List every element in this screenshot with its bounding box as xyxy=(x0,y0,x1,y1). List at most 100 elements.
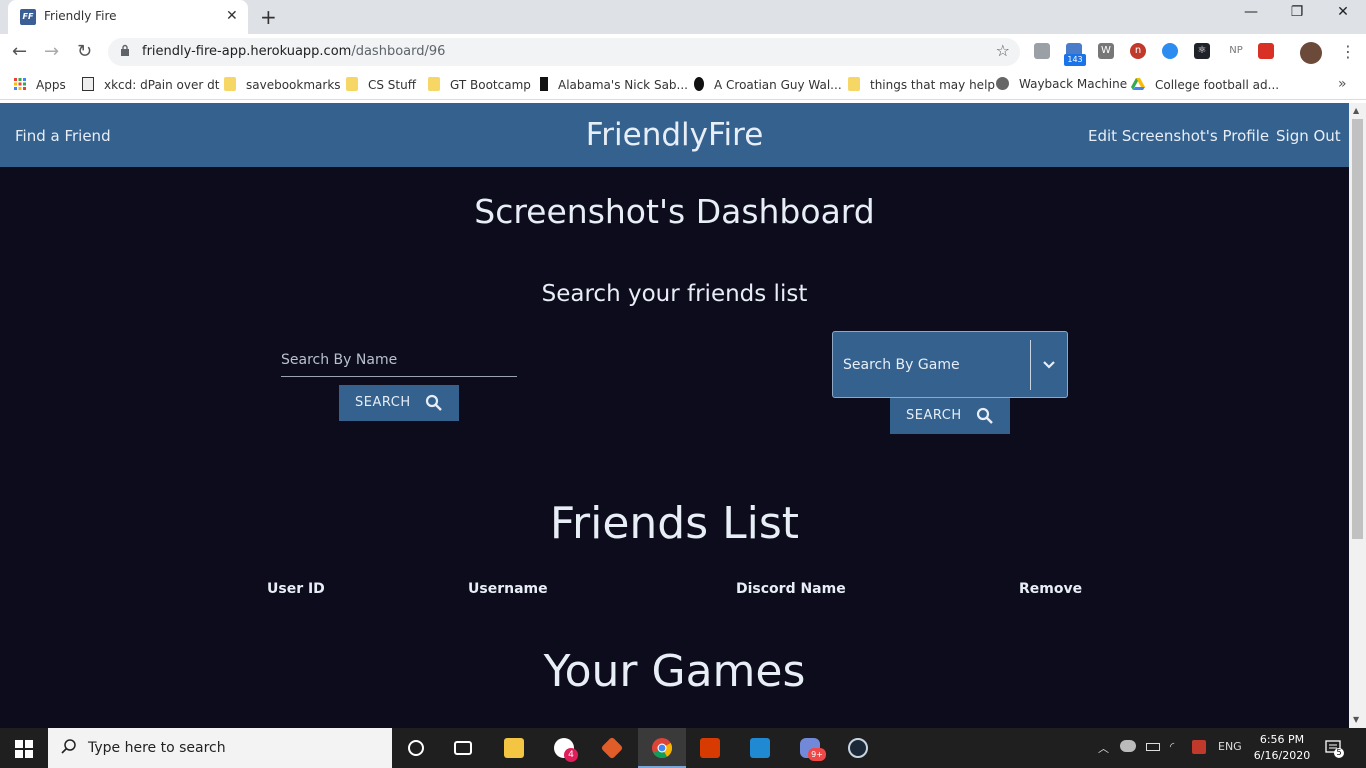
column-header-user-id: User ID xyxy=(267,581,325,597)
cortana-icon xyxy=(408,740,424,756)
extension-w-icon[interactable]: W xyxy=(1098,43,1114,59)
edit-profile-link[interactable]: Edit Screenshot's Profile xyxy=(1088,127,1269,145)
croatian-favicon-icon xyxy=(694,77,704,91)
bookmark-label: savebookmarks xyxy=(246,78,341,92)
select-placeholder: Search By Game xyxy=(843,357,960,373)
slack-badge: 4 xyxy=(564,748,578,762)
search-by-name-input[interactable] xyxy=(281,343,517,377)
extension-np-icon[interactable]: NP xyxy=(1226,43,1246,59)
cortana-button[interactable] xyxy=(392,728,440,768)
bookmark-gt-bootcamp[interactable]: GT Bootcamp xyxy=(428,77,531,92)
folder-icon xyxy=(428,77,440,91)
extension-react-icon[interactable]: ⚛ xyxy=(1194,43,1210,59)
bookmark-croatian-guy[interactable]: A Croatian Guy Wal... xyxy=(694,77,842,92)
scroll-up-icon[interactable]: ▲ xyxy=(1353,106,1359,115)
extension-cloud-icon[interactable] xyxy=(1162,43,1178,59)
search-by-game-button[interactable]: SEARCH xyxy=(890,398,1010,434)
notification-count: 5 xyxy=(1336,748,1342,757)
xkcd-favicon-icon xyxy=(82,77,94,91)
bookmark-label: GT Bootcamp xyxy=(450,78,531,92)
taskbar-discord[interactable]: 9+ xyxy=(786,728,834,768)
taskbar-search-icon xyxy=(61,739,76,754)
battery-icon[interactable] xyxy=(1146,743,1160,751)
bookmark-label: Apps xyxy=(36,78,66,92)
chevron-down-icon[interactable] xyxy=(1042,358,1056,372)
task-view-button[interactable] xyxy=(440,728,488,768)
forward-icon[interactable]: → xyxy=(44,41,59,62)
taskbar-chrome[interactable] xyxy=(638,728,686,768)
extension-book-icon[interactable] xyxy=(1258,43,1274,59)
scroll-thumb[interactable] xyxy=(1352,119,1363,539)
reload-icon[interactable]: ↻ xyxy=(77,41,92,62)
new-tab-icon[interactable]: + xyxy=(260,5,277,29)
language-indicator[interactable]: ENG xyxy=(1218,740,1242,753)
taskbar-search-placeholder: Type here to search xyxy=(88,740,226,756)
bookmark-star-icon[interactable]: ☆ xyxy=(996,41,1010,60)
bookmark-savebookmarks[interactable]: savebookmarks xyxy=(224,77,341,92)
column-header-discord-name: Discord Name xyxy=(736,581,846,597)
browser-tab[interactable]: FF Friendly Fire ✕ xyxy=(8,0,248,34)
column-header-remove: Remove xyxy=(1019,581,1083,597)
extension-tab-manager-icon[interactable] xyxy=(1034,43,1050,59)
bookmark-xkcd[interactable]: xkcd: dPain over dt xyxy=(82,77,219,92)
tab-title: Friendly Fire xyxy=(44,9,117,23)
bookmark-alabama[interactable]: Alabama's Nick Sab... xyxy=(540,77,688,92)
bookmark-wayback-machine[interactable]: Wayback Machine xyxy=(996,77,1127,91)
globe-icon xyxy=(996,77,1009,90)
windows-taskbar: Type here to search 4 9+ ︿ ◜ ENG 6:56 PM… xyxy=(0,728,1366,768)
chrome-icon xyxy=(652,738,672,758)
page-content: Find a Friend FriendlyFire Edit Screensh… xyxy=(0,103,1349,728)
wifi-icon[interactable]: ◜ xyxy=(1170,740,1174,753)
bookmark-label: A Croatian Guy Wal... xyxy=(714,78,842,92)
tray-overflow-icon[interactable]: ︿ xyxy=(1098,740,1109,756)
apps-grid-icon xyxy=(14,78,26,90)
restore-icon[interactable]: ❐ xyxy=(1274,4,1320,20)
browser-menu-icon[interactable]: ⋮ xyxy=(1340,42,1356,61)
taskbar-vscode[interactable] xyxy=(736,728,784,768)
alabama-favicon-icon xyxy=(540,77,548,91)
profile-avatar[interactable] xyxy=(1300,42,1322,64)
browser-tab-strip: FF Friendly Fire ✕ + — ❐ ✕ xyxy=(0,0,1366,34)
extension-n-icon[interactable]: n xyxy=(1130,43,1146,59)
windows-start-icon[interactable] xyxy=(15,740,33,758)
column-header-username: Username xyxy=(468,581,548,597)
clock-date: 6/16/2020 xyxy=(1253,749,1311,762)
taskbar-slack[interactable]: 4 xyxy=(540,728,588,768)
bookmarks-overflow-icon[interactable]: » xyxy=(1338,76,1347,92)
bookmark-college-football[interactable]: College football ad... xyxy=(1131,77,1279,92)
search-by-game-select[interactable]: Search By Game xyxy=(832,331,1068,398)
search-icon xyxy=(976,407,993,424)
search-button-label: SEARCH xyxy=(906,408,962,423)
taskbar-file-explorer[interactable] xyxy=(490,728,538,768)
search-by-name-button[interactable]: SEARCH xyxy=(339,385,459,421)
bookmark-apps[interactable]: Apps xyxy=(14,77,66,92)
tab-close-icon[interactable]: ✕ xyxy=(226,8,238,24)
folder-icon xyxy=(224,77,236,91)
sign-out-link[interactable]: Sign Out xyxy=(1276,127,1341,145)
scroll-down-icon[interactable]: ▼ xyxy=(1353,715,1359,724)
url-text: friendly-fire-app.herokuapp.com/dashboar… xyxy=(142,44,446,59)
tray-app-icon[interactable] xyxy=(1192,740,1206,754)
page-scrollbar[interactable]: ▲ ▼ xyxy=(1349,103,1366,728)
taskbar-git[interactable] xyxy=(588,728,636,768)
google-drive-icon xyxy=(1131,78,1145,90)
notification-center-button[interactable]: 5 xyxy=(1324,738,1344,758)
taskbar-clock[interactable]: 6:56 PM 6/16/2020 xyxy=(1252,732,1312,764)
bookmark-things-that-may-help[interactable]: things that may help xyxy=(848,77,995,92)
back-icon[interactable]: ← xyxy=(12,41,27,62)
bookmark-label: CS Stuff xyxy=(368,78,417,92)
bookmark-cs-stuff[interactable]: CS Stuff xyxy=(346,77,416,92)
taskbar-office[interactable] xyxy=(686,728,734,768)
taskbar-search-box[interactable]: Type here to search xyxy=(48,728,392,768)
taskbar-steam[interactable] xyxy=(834,728,882,768)
tray-cloud-icon[interactable] xyxy=(1120,740,1136,752)
address-bar[interactable]: friendly-fire-app.herokuapp.com/dashboar… xyxy=(108,38,1020,66)
window-close-icon[interactable]: ✕ xyxy=(1320,4,1366,20)
search-icon xyxy=(425,394,442,411)
site-navbar: Find a Friend FriendlyFire Edit Screensh… xyxy=(0,103,1349,167)
clock-time: 6:56 PM xyxy=(1259,733,1305,746)
select-divider xyxy=(1030,340,1031,390)
minimize-icon[interactable]: — xyxy=(1228,4,1274,20)
git-icon xyxy=(600,736,624,760)
extension-badge: 143 xyxy=(1064,54,1086,66)
